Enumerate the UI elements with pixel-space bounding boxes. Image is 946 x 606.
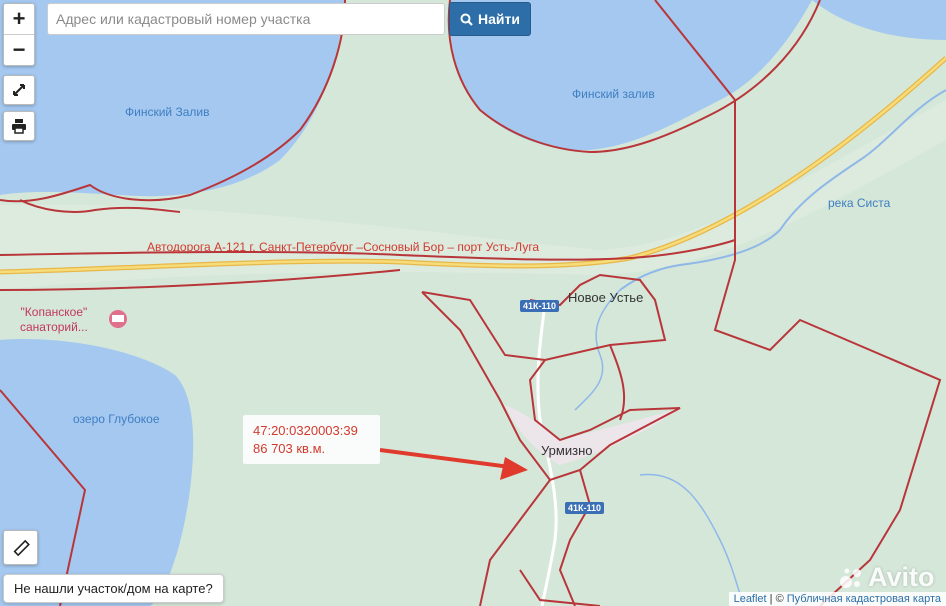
avito-watermark: Avito: [838, 562, 935, 593]
road-shield-1: 41К-110: [520, 300, 560, 312]
road-shield-2: 41К-110: [565, 502, 605, 514]
not-found-button[interactable]: Не нашли участок/дом на карте?: [3, 574, 224, 603]
measure-button[interactable]: [3, 530, 38, 565]
parcel-popup: 47:20:0320003:39 86 703 кв.м.: [243, 415, 380, 464]
road-label: Автодорога А-121 г. Санкт-Петербург –Сос…: [147, 240, 540, 254]
attribution: Leaflet | © Публичная кадастровая карта: [728, 592, 946, 606]
avito-logo-icon: [840, 568, 861, 588]
sanatorium-label-line1: "Копанское": [20, 305, 88, 319]
ruler-icon: [13, 539, 30, 556]
map-canvas[interactable]: [0, 0, 946, 606]
zoom-out-button[interactable]: −: [4, 34, 34, 65]
gulf-left-label: Финский Залив: [125, 105, 210, 119]
attribution-separator: | ©: [766, 593, 787, 605]
town-urmizno-label: Урмизно: [541, 443, 593, 458]
avito-watermark-text: Avito: [868, 562, 935, 592]
find-button[interactable]: Найти: [449, 2, 531, 36]
zoom-control: + −: [3, 3, 35, 66]
printer-icon: [12, 119, 26, 134]
fullscreen-button[interactable]: [3, 75, 35, 105]
gulf-right-label: Финский залив: [572, 87, 655, 101]
river-label: река Систа: [828, 196, 891, 210]
search-input[interactable]: [47, 3, 445, 35]
find-button-label: Найти: [478, 11, 520, 27]
lake-water: [0, 339, 194, 606]
search-icon: [460, 13, 473, 26]
sanatorium-label: "Копанское" санаторий...: [20, 305, 88, 335]
print-button[interactable]: [3, 111, 35, 141]
town-novoe-ustye-label: Новое Устье: [568, 290, 644, 305]
sanatorium-label-line2: санаторий...: [20, 320, 88, 334]
source-link[interactable]: Публичная кадастровая карта: [787, 593, 941, 605]
expand-icon: [13, 84, 25, 96]
leaflet-link[interactable]: Leaflet: [734, 593, 767, 605]
zoom-in-button[interactable]: +: [4, 4, 34, 34]
lake-label: озеро Глубокое: [73, 412, 160, 426]
parcel-area: 86 703 кв.м.: [253, 441, 326, 456]
parcel-number: 47:20:0320003:39: [253, 423, 358, 438]
